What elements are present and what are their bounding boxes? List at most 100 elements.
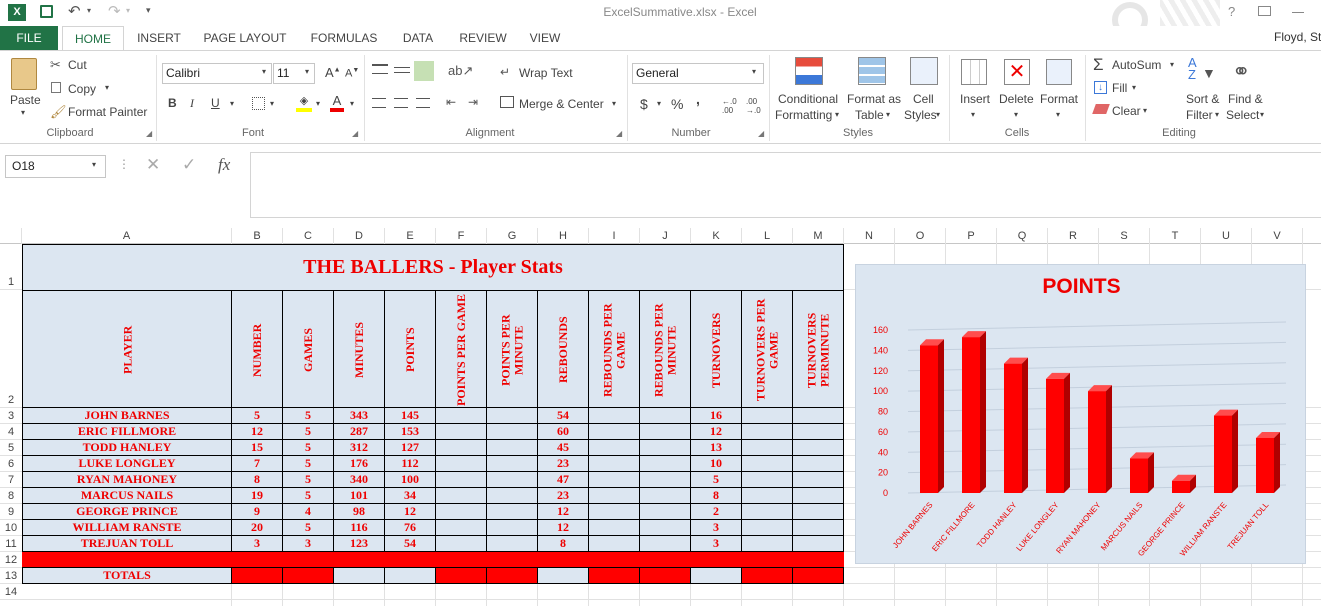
column-header-p[interactable]: P <box>946 228 997 244</box>
clear-button[interactable]: Clear <box>1112 104 1141 118</box>
stat-cell[interactable] <box>589 440 640 456</box>
row-header-5[interactable]: 5 <box>0 440 22 456</box>
row-header-10[interactable]: 10 <box>0 520 22 536</box>
row-header-14[interactable]: 14 <box>0 584 22 600</box>
wrap-text-button[interactable]: Wrap Text <box>519 66 573 80</box>
stat-cell[interactable] <box>589 504 640 520</box>
format-painter-button[interactable]: Format Painter <box>68 105 147 119</box>
column-header-h[interactable]: H <box>538 228 589 244</box>
format-as-table-icon[interactable] <box>858 57 886 85</box>
wrap-text-icon[interactable]: ↵ <box>500 65 510 79</box>
number-launcher-icon[interactable]: ◢ <box>758 129 764 138</box>
column-header-j[interactable]: J <box>640 228 691 244</box>
align-top-icon[interactable] <box>372 64 388 74</box>
name-box-dropdown-icon[interactable]: ▾ <box>92 160 96 169</box>
italic-button[interactable]: I <box>190 96 194 111</box>
totals-label[interactable]: TOTALS <box>22 568 232 584</box>
merge-center-button[interactable]: Merge & Center <box>519 97 604 111</box>
stat-cell[interactable]: 15 <box>232 440 283 456</box>
fill-color-icon[interactable]: ◈ <box>296 94 312 112</box>
stat-cell[interactable]: 23 <box>538 488 589 504</box>
stat-cell[interactable] <box>589 472 640 488</box>
column-header-t[interactable]: T <box>1150 228 1201 244</box>
stat-cell[interactable] <box>589 488 640 504</box>
insert-cells-button[interactable]: Insert <box>960 92 990 106</box>
column-header-k[interactable]: K <box>691 228 742 244</box>
number-format-select[interactable]: General <box>632 63 764 84</box>
row-header-1[interactable]: 1 <box>0 244 22 290</box>
stat-cell[interactable] <box>640 536 691 552</box>
find-dropdown-icon[interactable]: ▾ <box>1260 110 1264 119</box>
user-name[interactable]: Floyd, St <box>1274 30 1321 44</box>
clear-icon[interactable] <box>1092 104 1110 114</box>
underline-button[interactable]: U <box>211 96 220 110</box>
conditional-formatting-button-2[interactable]: Formatting <box>775 108 832 122</box>
player-name-cell[interactable]: MARCUS NAILS <box>22 488 232 504</box>
column-header-q[interactable]: Q <box>997 228 1048 244</box>
stat-cell[interactable] <box>436 408 487 424</box>
stat-cell[interactable]: 312 <box>334 440 385 456</box>
stat-cell[interactable] <box>589 520 640 536</box>
stat-cell[interactable]: 76 <box>385 520 436 536</box>
totals-cell[interactable] <box>793 568 844 584</box>
cut-button[interactable]: Cut <box>68 58 87 72</box>
stat-cell[interactable]: 153 <box>385 424 436 440</box>
grow-font-icon[interactable]: A▲ <box>325 65 341 80</box>
row-header-11[interactable]: 11 <box>0 536 22 552</box>
column-header-i[interactable]: I <box>589 228 640 244</box>
stat-cell[interactable] <box>742 504 793 520</box>
font-color-icon[interactable]: A <box>330 93 344 112</box>
column-header-b[interactable]: B <box>232 228 283 244</box>
help-button[interactable]: ? <box>1228 4 1235 19</box>
totals-cell[interactable] <box>589 568 640 584</box>
stat-cell[interactable] <box>793 520 844 536</box>
stat-cell[interactable] <box>436 456 487 472</box>
currency-dropdown-icon[interactable]: ▾ <box>657 99 661 108</box>
formula-input[interactable] <box>250 152 1321 218</box>
undo-dropdown-icon[interactable]: ▾ <box>87 6 91 15</box>
row-header-2[interactable]: 2 <box>0 290 22 408</box>
delete-dropdown-icon[interactable]: ▾ <box>1014 110 1018 119</box>
stat-cell[interactable]: 8 <box>691 488 742 504</box>
player-name-cell[interactable]: GEORGE PRINCE <box>22 504 232 520</box>
align-bottom-icon[interactable] <box>414 61 434 81</box>
merge-dropdown-icon[interactable]: ▾ <box>612 99 616 108</box>
font-launcher-icon[interactable]: ◢ <box>352 129 358 138</box>
row-header-12[interactable]: 12 <box>0 552 22 568</box>
row-header-13[interactable]: 13 <box>0 568 22 584</box>
stat-cell[interactable] <box>793 536 844 552</box>
copy-icon[interactable] <box>51 82 61 93</box>
conditional-formatting-icon[interactable] <box>795 57 823 85</box>
row-header-8[interactable]: 8 <box>0 488 22 504</box>
stat-cell[interactable] <box>436 536 487 552</box>
stat-cell[interactable] <box>436 504 487 520</box>
tab-insert[interactable]: INSERT <box>130 26 188 50</box>
stat-cell[interactable]: 5 <box>691 472 742 488</box>
align-left-icon[interactable] <box>372 98 386 108</box>
stat-cell[interactable]: 3 <box>691 520 742 536</box>
stat-cell[interactable] <box>487 504 538 520</box>
stat-cell[interactable]: 47 <box>538 472 589 488</box>
stat-cell[interactable]: 2 <box>691 504 742 520</box>
currency-button[interactable]: $ <box>640 96 648 112</box>
stat-cell[interactable] <box>793 488 844 504</box>
stat-cell[interactable]: 8 <box>538 536 589 552</box>
cell-styles-button-2[interactable]: Styles <box>904 108 937 122</box>
stat-cell[interactable]: 5 <box>283 520 334 536</box>
stat-cell[interactable]: 54 <box>385 536 436 552</box>
increase-decimal-icon[interactable]: ←.0.00 <box>722 97 737 115</box>
font-name-dropdown-icon[interactable]: ▾ <box>262 67 266 76</box>
paste-button[interactable]: Paste <box>10 93 41 107</box>
stat-cell[interactable] <box>742 408 793 424</box>
binoculars-icon[interactable]: ⚭ <box>1232 59 1250 85</box>
tab-formulas[interactable]: FORMULAS <box>304 26 384 50</box>
stat-cell[interactable] <box>640 520 691 536</box>
decrease-decimal-icon[interactable]: .00 →.0 <box>746 97 761 115</box>
stat-cell[interactable]: 13 <box>691 440 742 456</box>
stat-cell[interactable]: 340 <box>334 472 385 488</box>
save-icon[interactable] <box>40 5 53 18</box>
stat-cell[interactable]: 20 <box>232 520 283 536</box>
stat-cell[interactable]: 101 <box>334 488 385 504</box>
stat-cell[interactable]: 5 <box>283 408 334 424</box>
stat-cell[interactable]: 3 <box>283 536 334 552</box>
